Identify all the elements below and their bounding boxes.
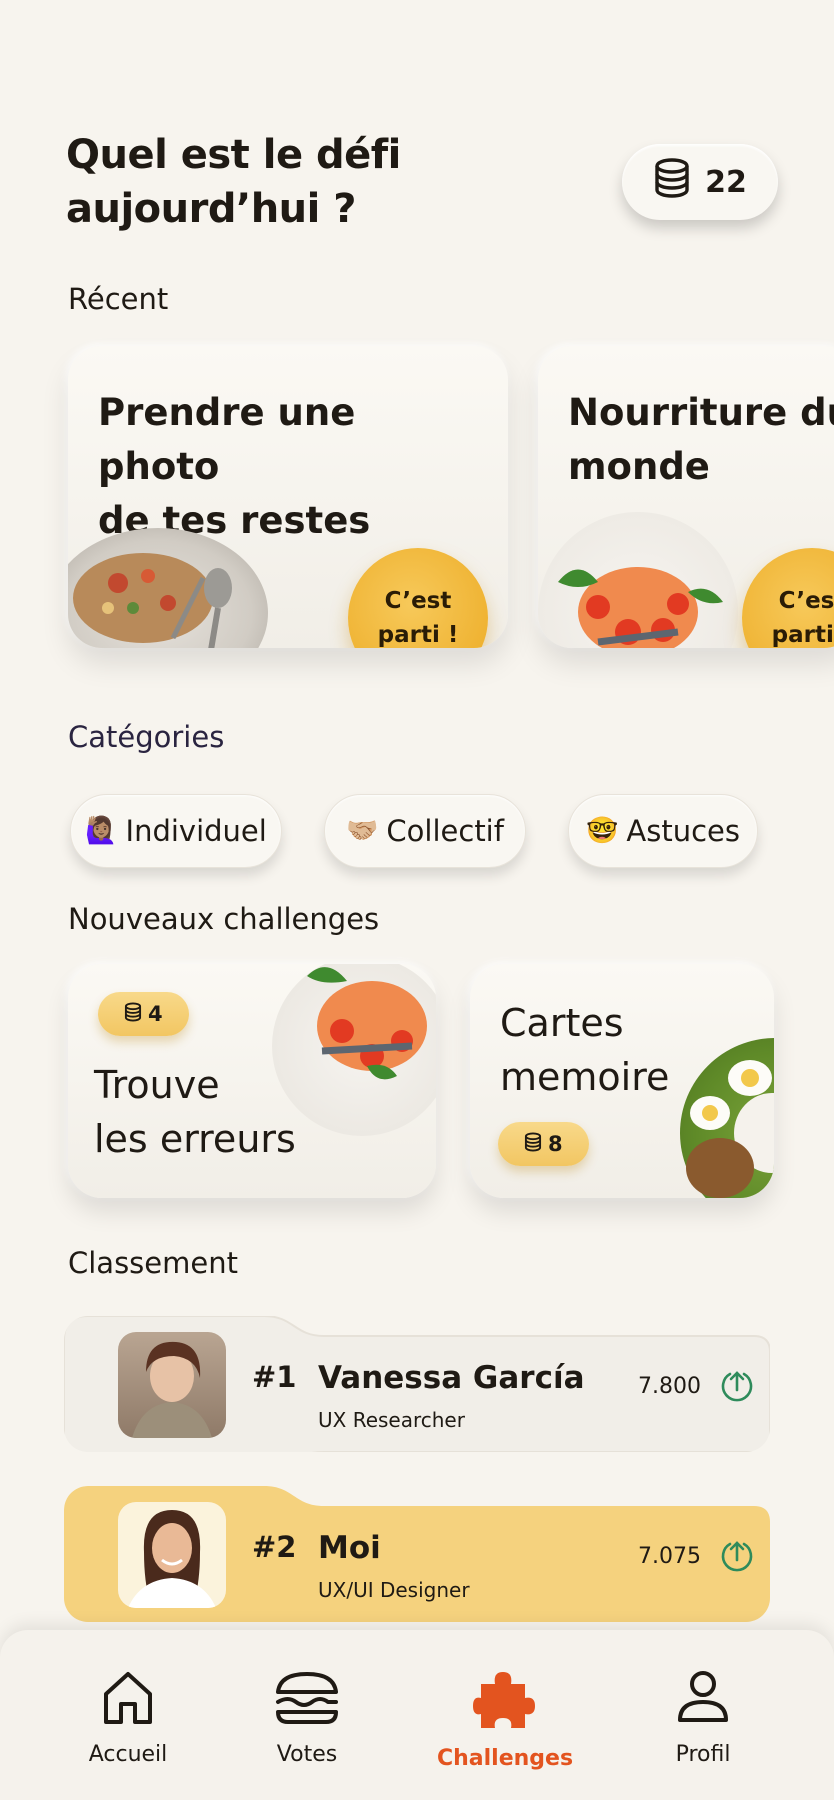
raising-hand-icon: 🙋🏽‍♀️	[85, 816, 118, 846]
section-categories-label: Catégories	[68, 720, 225, 754]
coins-icon	[524, 1132, 542, 1157]
nerd-face-icon: 🤓	[586, 816, 619, 846]
home-icon	[101, 1670, 155, 1732]
nav-label: Profil	[675, 1742, 731, 1767]
start-challenge-button[interactable]: C’est parti !	[742, 548, 834, 648]
challenge-card-memory-cards[interactable]: Cartes memoire 8	[470, 964, 774, 1198]
section-ranking-label: Classement	[68, 1246, 238, 1280]
rank-role: UX Researcher	[318, 1408, 465, 1432]
nav-label: Challenges	[436, 1746, 574, 1771]
avatar	[118, 1332, 226, 1438]
ranking-row[interactable]: #1 Vanessa García UX Researcher 7.800	[64, 1316, 770, 1452]
recent-card-title: Prendre une photo de tes restes	[98, 386, 458, 548]
challenge-title: Cartes memoire	[500, 996, 669, 1104]
category-label: Astuces	[626, 814, 740, 848]
rank-score: 7.800	[638, 1374, 701, 1399]
recent-card-title-line1: Nourriture du	[568, 391, 834, 434]
coins-icon	[124, 1002, 142, 1027]
challenge-coins-badge: 4	[98, 992, 189, 1036]
coins-count: 22	[705, 164, 747, 200]
challenge-title: Trouve les erreurs	[94, 1058, 296, 1166]
rank-number: #1	[252, 1360, 297, 1394]
cta-line2: parti !	[771, 622, 834, 648]
leftovers-plate-image	[68, 528, 268, 648]
nav-label: Votes	[276, 1742, 338, 1767]
cta-line1: C’est	[778, 588, 834, 614]
recent-card-title-line2: monde	[568, 445, 710, 488]
recent-card-title-line1: Prendre une photo	[98, 391, 356, 488]
rank-up-arrow-icon	[720, 1368, 754, 1406]
challenge-title-line1: Trouve	[94, 1063, 220, 1107]
avatar	[118, 1502, 226, 1608]
coins-count: 4	[148, 1002, 163, 1026]
coins-count: 8	[548, 1132, 563, 1156]
salmon-plate-image	[272, 964, 436, 1136]
burger-icon	[274, 1670, 340, 1732]
bottom-nav: Accueil Votes Challenges Profil	[0, 1630, 834, 1800]
page-title-line2: aujourd’hui ?	[66, 186, 356, 232]
nav-item-challenges[interactable]: Challenges	[430, 1670, 580, 1771]
start-challenge-button[interactable]: C’est parti !	[348, 548, 488, 648]
user-icon	[676, 1670, 730, 1732]
cta-line1: C’est	[384, 588, 452, 614]
rank-name: Vanessa García	[318, 1360, 585, 1396]
category-label: Collectif	[386, 814, 504, 848]
section-new-challenges-label: Nouveaux challenges	[68, 902, 380, 936]
challenge-coins-badge: 8	[498, 1122, 589, 1166]
category-chip-astuces[interactable]: 🤓 Astuces	[568, 794, 758, 868]
coins-badge[interactable]: 22	[622, 144, 778, 220]
section-recent-label: Récent	[68, 282, 169, 316]
rank-role: UX/UI Designer	[318, 1578, 470, 1602]
category-chip-individuel[interactable]: 🙋🏽‍♀️ Individuel	[70, 794, 282, 868]
rank-score: 7.075	[638, 1544, 701, 1569]
ranking-row-me[interactable]: #2 Moi UX/UI Designer 7.075	[64, 1486, 770, 1622]
rank-name: Moi	[318, 1530, 381, 1566]
rice-plate-image	[680, 1038, 774, 1198]
nav-item-profil[interactable]: Profil	[628, 1670, 778, 1767]
challenge-title-line2: les erreurs	[94, 1117, 296, 1161]
coins-icon	[653, 158, 691, 206]
rank-number: #2	[252, 1530, 297, 1564]
recent-card-leftovers[interactable]: Prendre une photo de tes restes C’est pa…	[68, 346, 508, 648]
cta-line2: parti !	[377, 622, 459, 648]
page-title: Quel est le défi aujourd’hui ?	[66, 128, 401, 236]
category-chip-collectif[interactable]: 🤝🏼 Collectif	[324, 794, 526, 868]
page-title-line1: Quel est le défi	[66, 132, 401, 178]
puzzle-icon	[473, 1670, 537, 1736]
nav-item-accueil[interactable]: Accueil	[53, 1670, 203, 1767]
nav-item-votes[interactable]: Votes	[232, 1670, 382, 1767]
salmon-plate-image	[538, 512, 738, 648]
recent-card-world-food[interactable]: Nourriture du monde C’est parti !	[538, 346, 834, 648]
nav-label: Accueil	[88, 1742, 168, 1767]
handshake-icon: 🤝🏼	[346, 816, 379, 846]
recent-card-title: Nourriture du monde	[568, 386, 834, 494]
challenge-card-find-errors[interactable]: 4 Trouve les erreurs	[68, 964, 436, 1198]
rank-up-arrow-icon	[720, 1538, 754, 1576]
challenge-title-line2: memoire	[500, 1055, 670, 1099]
challenge-title-line1: Cartes	[500, 1001, 624, 1045]
category-label: Individuel	[125, 814, 267, 848]
